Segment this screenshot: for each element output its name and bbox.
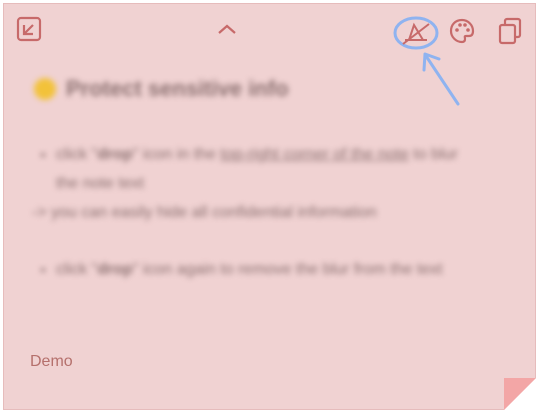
- note-footer-label: Demo: [30, 353, 73, 370]
- annotation-arrow-icon: [418, 42, 464, 113]
- note-arrow-line: -> you can easily hide all confidential …: [32, 204, 377, 221]
- note-body: click "drop" icon in the top-right corne…: [32, 140, 462, 284]
- palette-icon[interactable]: [449, 18, 475, 44]
- note-title: Protect sensitive info: [34, 76, 289, 102]
- lightbulb-icon: [34, 78, 56, 100]
- fold-corner: [504, 378, 536, 410]
- note-link[interactable]: top-right corner of the note: [220, 146, 409, 163]
- note-bullet: click "drop" icon in the top-right corne…: [56, 140, 462, 198]
- note-bullet: click "drop" icon again to remove the bl…: [56, 255, 462, 284]
- copy-icon[interactable]: [497, 17, 523, 45]
- note-title-text: Protect sensitive info: [66, 76, 289, 101]
- checkbox-arrow-icon[interactable]: [16, 16, 42, 42]
- chevron-up-icon[interactable]: [216, 22, 238, 36]
